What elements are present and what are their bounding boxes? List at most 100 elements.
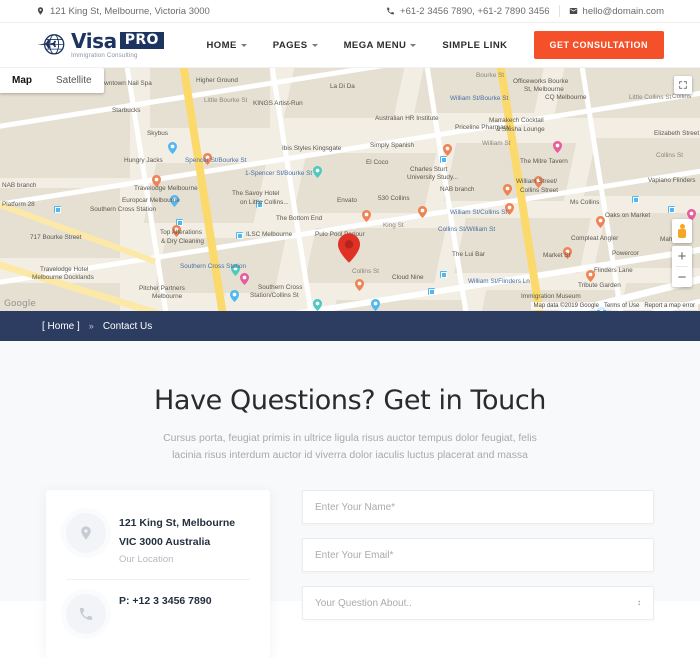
- map-label: Oaks on Market: [605, 212, 651, 219]
- topbar-email[interactable]: hello@domain.com: [569, 6, 664, 17]
- map-type-satellite[interactable]: Satellite: [44, 68, 104, 93]
- map-type-map[interactable]: Map: [0, 68, 44, 93]
- topbar-email-text: hello@domain.com: [582, 5, 664, 17]
- page-subtitle-line1: Cursus porta, feugiat primis in ultrice …: [163, 433, 537, 444]
- site-logo[interactable]: Visa PRO Immigration Consulting: [36, 31, 164, 59]
- logo-badge-text: PRO: [119, 32, 164, 50]
- top-info-bar: 121 King St, Melbourne, Victoria 3000 +6…: [0, 0, 700, 23]
- map-label: Pitcher Partners: [139, 285, 185, 292]
- map-label: Officeworks Bourke: [513, 78, 569, 85]
- nav-item-mega-menu-label: MEGA MENU: [343, 39, 407, 51]
- map-label: NAB branch: [440, 186, 475, 193]
- map-poi-pin[interactable]: [355, 279, 364, 291]
- map-label: ILSC Melbourne: [246, 231, 293, 238]
- map-label: Collins: [672, 93, 692, 100]
- email-input[interactable]: Enter Your Email*: [302, 538, 654, 573]
- nav-item-simple-link[interactable]: SIMPLE LINK: [429, 40, 520, 51]
- map-label: William St/Flinders Ln: [468, 278, 530, 285]
- map-label: Vapiano Flinders: [648, 177, 696, 184]
- map-label: La Di Da: [330, 83, 355, 90]
- transit-station-icon: [440, 156, 448, 164]
- topbar-phone-text: +61-2 3456 7890, +61-2 7890 3456: [400, 5, 550, 17]
- google-map[interactable]: Downtown Nail Spa Higher Ground La Di Da Bo…: [0, 68, 700, 311]
- map-label: The Mitre Tavern: [520, 158, 568, 165]
- transit-station-icon: [632, 196, 640, 204]
- map-type-switcher[interactable]: Map Satellite: [0, 68, 104, 93]
- map-poi-pin[interactable]: [313, 166, 322, 178]
- map-label: The Lui Bar: [452, 251, 486, 258]
- map-report-error-link[interactable]: Report a map error: [644, 303, 695, 309]
- page-subtitle: Cursus porta, feugiat primis in ultrice …: [138, 430, 563, 464]
- map-label: NAB branch: [2, 182, 37, 189]
- map-label: Tribute Garden: [578, 282, 621, 289]
- map-label: on Little Collins...: [240, 199, 289, 206]
- map-poi-pin[interactable]: [313, 299, 322, 311]
- map-label: Collins St: [656, 152, 683, 159]
- breadcrumb-separator: »: [88, 321, 94, 331]
- map-label: The Bottom End: [276, 215, 323, 222]
- map-label: CQ Melbourne: [545, 94, 587, 101]
- map-poi-pin[interactable]: [240, 273, 249, 285]
- map-poi-pin[interactable]: [418, 206, 427, 218]
- chevron-down-icon: [240, 43, 247, 47]
- map-label: 717 Bourke Street: [30, 234, 82, 241]
- map-zoom-controls[interactable]: + −: [672, 246, 692, 287]
- fullscreen-icon[interactable]: [674, 76, 692, 94]
- map-zoom-in-button[interactable]: +: [672, 246, 692, 266]
- breadcrumb-current: Contact Us: [102, 320, 153, 332]
- map-zoom-out-button[interactable]: −: [672, 267, 692, 287]
- contact-columns: 121 King St, Melbourne VIC 3000 Australi…: [0, 464, 700, 658]
- map-label: Europcar Melbourne: [122, 197, 180, 204]
- map-poi-pin[interactable]: [230, 290, 239, 302]
- map-poi-pin[interactable]: [553, 141, 562, 153]
- map-poi-pin[interactable]: [443, 144, 452, 156]
- logo-tagline: Immigration Consulting: [71, 51, 138, 59]
- topbar-address: 121 King St, Melbourne, Victoria 3000: [36, 6, 210, 17]
- street-view-pegman-icon[interactable]: [672, 219, 692, 243]
- map-label: Simply Spanish: [370, 142, 415, 149]
- name-input[interactable]: Enter Your Name*: [302, 490, 654, 525]
- map-label: Travelodge Melbourne: [134, 185, 198, 192]
- main-navigation: HOME PAGES MEGA MENU SIMPLE LINK GET CON…: [193, 31, 664, 59]
- map-label: Collins St/William St: [438, 226, 496, 233]
- subject-select[interactable]: Your Question About.. ↕: [302, 586, 654, 621]
- map-label: William St/Collins St: [450, 209, 508, 216]
- map-poi-pin[interactable]: [596, 216, 605, 228]
- map-label: Ibis Styles Kingsgate: [282, 145, 342, 152]
- topbar-divider: [558, 5, 560, 17]
- map-label: Southern Cross Station: [180, 263, 247, 270]
- map-label: William St: [482, 140, 511, 147]
- map-label: Compleat Angler: [571, 235, 619, 242]
- map-label: The Savoy Hotel: [232, 190, 280, 197]
- map-label: Little Bourke St: [204, 97, 248, 104]
- nav-item-mega-menu[interactable]: MEGA MENU: [331, 40, 430, 51]
- main-location-marker[interactable]: [338, 233, 360, 263]
- map-poi-pin[interactable]: [362, 210, 371, 222]
- map-label: Australian HR Institute: [375, 115, 439, 122]
- map-label: Powercor: [612, 250, 639, 257]
- map-label: King St: [383, 222, 404, 229]
- map-label: William St/Bourke St: [450, 95, 509, 102]
- map-canvas[interactable]: Downtown Nail Spa Higher Ground La Di Da Bo…: [0, 68, 700, 311]
- map-data-attribution: Map data ©2019 Google: [533, 303, 599, 309]
- nav-item-home[interactable]: HOME: [193, 40, 259, 51]
- nav-item-simple-link-label: SIMPLE LINK: [442, 39, 508, 51]
- map-poi-pin[interactable]: [503, 184, 512, 196]
- map-poi-pin[interactable]: [168, 142, 177, 154]
- map-label: Top Alterations: [160, 229, 202, 236]
- transit-station-icon: [440, 271, 448, 279]
- map-terms-link[interactable]: Terms of Use: [604, 303, 639, 309]
- chevron-down-icon: [311, 43, 318, 47]
- map-label: Travelodge Hotel: [40, 266, 89, 273]
- page-title: Have Questions? Get in Touch: [154, 385, 546, 416]
- map-label: Station/Collins St: [250, 292, 299, 299]
- map-poi-pin[interactable]: [371, 299, 380, 311]
- topbar-phone[interactable]: +61-2 3456 7890, +61-2 7890 3456: [386, 6, 550, 17]
- nav-item-pages[interactable]: PAGES: [260, 40, 331, 51]
- transit-station-icon: [668, 206, 676, 214]
- get-consultation-button[interactable]: GET CONSULTATION: [533, 31, 664, 59]
- contact-section: Have Questions? Get in Touch Cursus port…: [0, 341, 700, 658]
- breadcrumb-home-link[interactable]: [ Home ]: [42, 321, 80, 332]
- contact-info-phone: P: +12 3 3456 7890: [66, 578, 250, 648]
- map-attribution: Map data ©2019 Google Terms of Use Repor…: [530, 302, 698, 310]
